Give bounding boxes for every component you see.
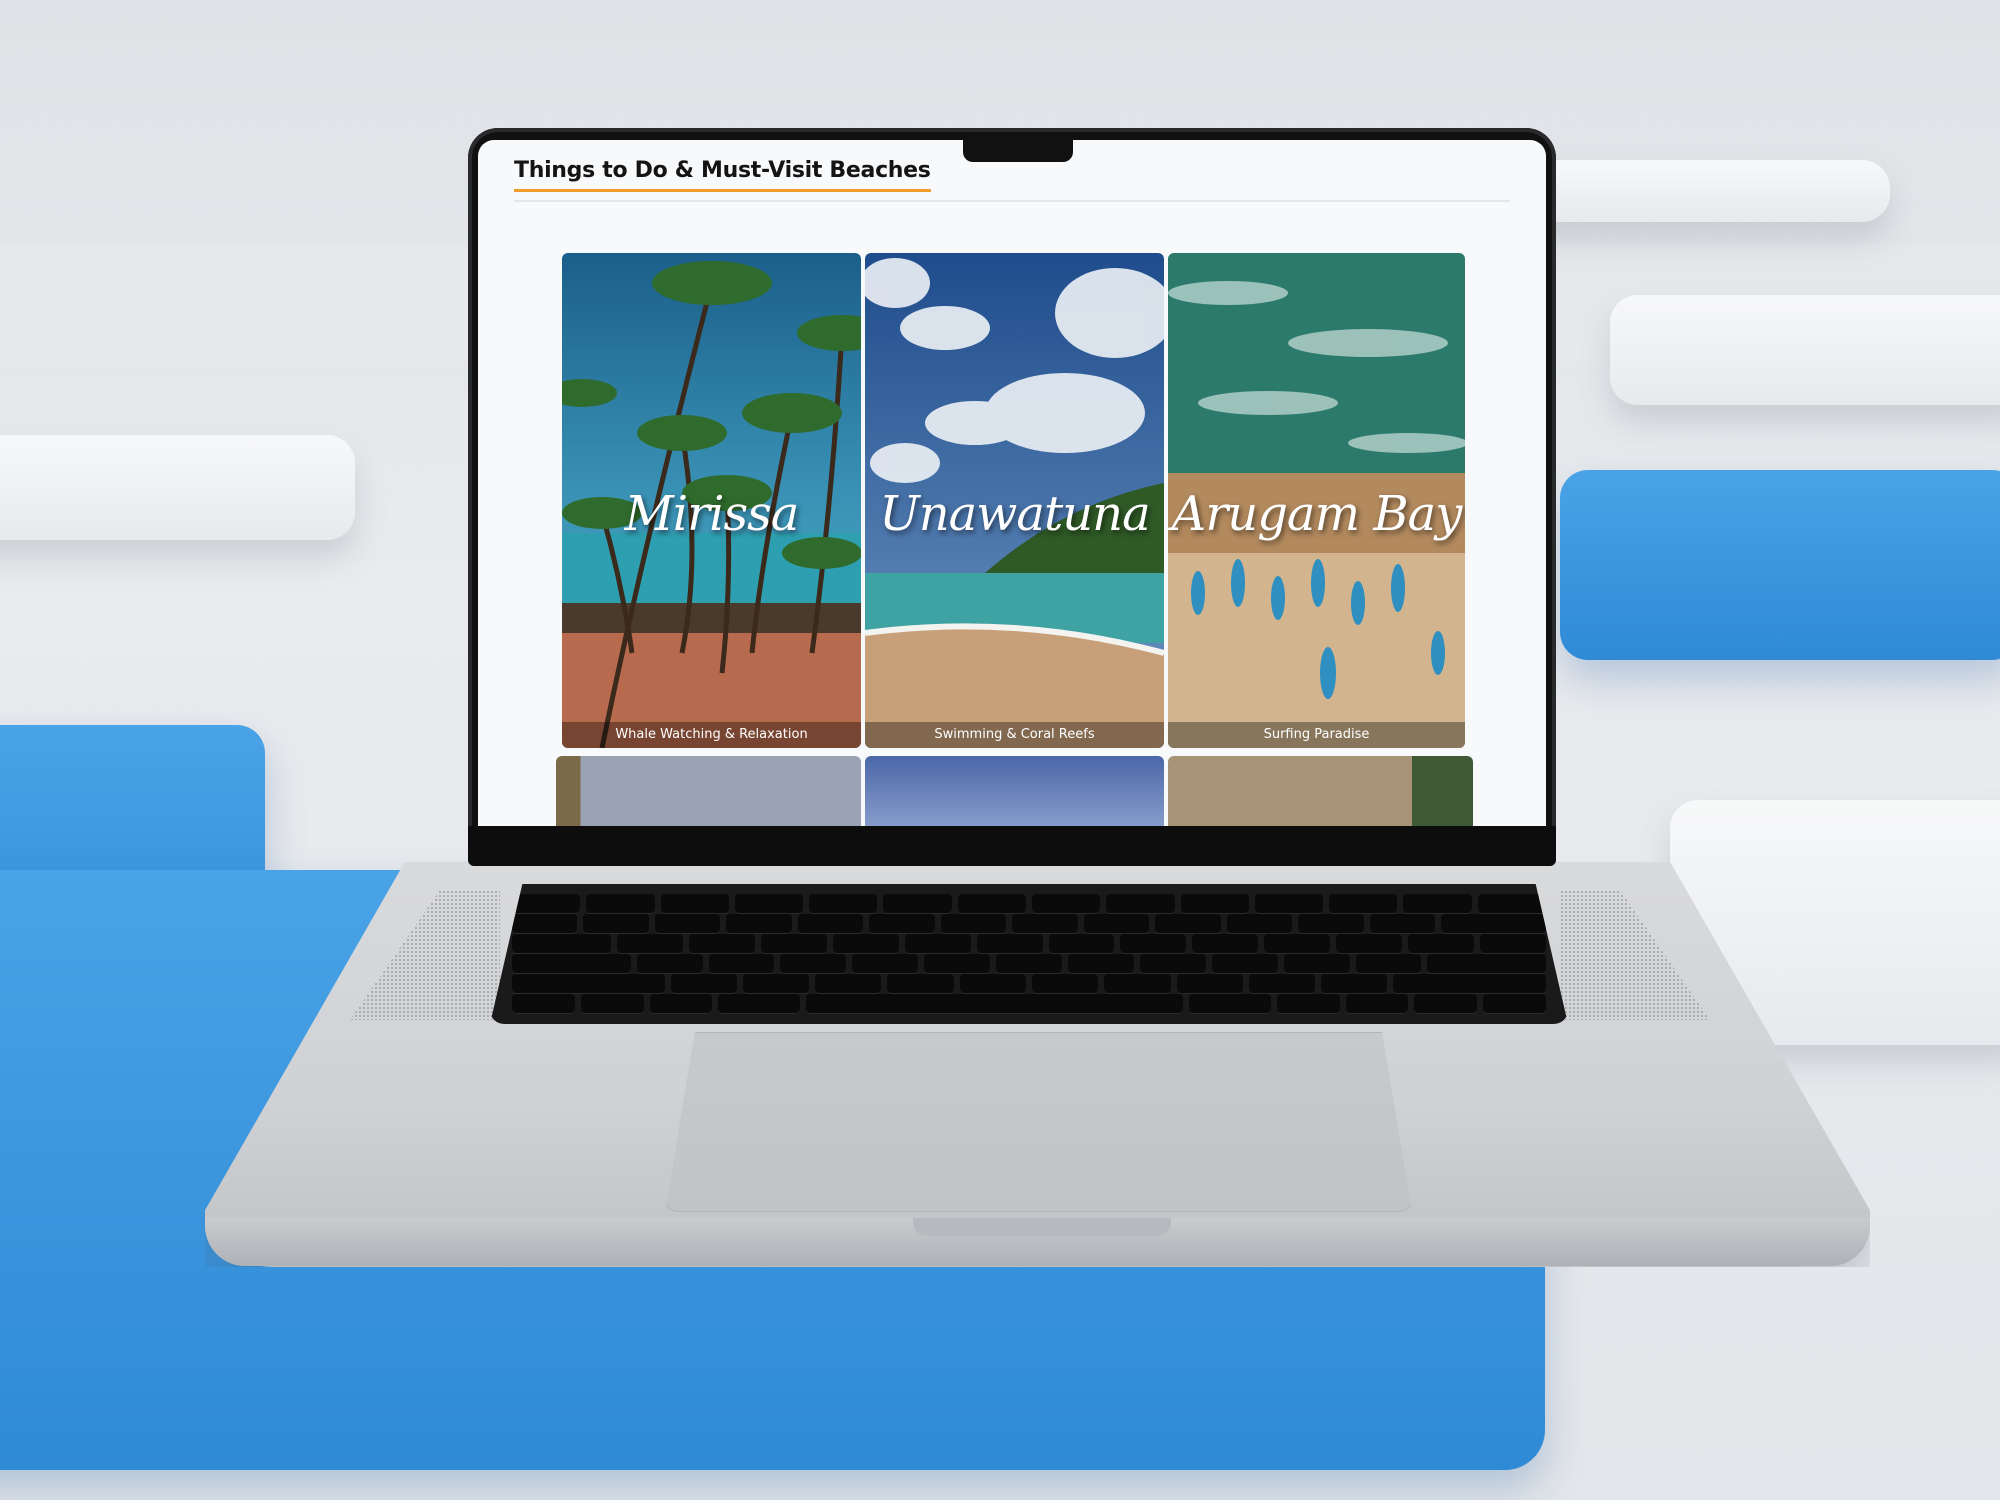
beach-card-unawatuna[interactable]: Unawatuna Swimming & Coral Reefs <box>865 253 1164 748</box>
trackpad[interactable] <box>665 1032 1412 1212</box>
screen-display: Things to Do & Must-Visit Beaches Miriss… <box>478 140 1546 826</box>
beach-card-mirissa[interactable]: Mirissa Whale Watching & Relaxation <box>562 253 861 748</box>
section-header: Things to Do & Must-Visit Beaches <box>514 158 1510 202</box>
keyboard-bottom-row <box>512 994 1547 1014</box>
keyboard-function-row <box>512 894 1546 914</box>
beach-activity: Whale Watching & Relaxation <box>562 722 861 748</box>
background-white-slab <box>0 435 355 540</box>
camera-notch <box>963 138 1073 162</box>
beach-card-partial[interactable] <box>865 756 1164 826</box>
background-white-slab <box>1610 295 2000 405</box>
beach-card-partial[interactable] <box>1168 756 1473 826</box>
keyboard-row <box>512 934 1547 954</box>
beach-activity: Swimming & Coral Reefs <box>865 722 1164 748</box>
keyboard-row <box>512 954 1547 974</box>
keyboard-row <box>512 914 1547 934</box>
beach-card-arugam-bay[interactable]: Arugam Bay Surfing Paradise <box>1168 253 1465 748</box>
keyboard-row <box>512 974 1546 994</box>
beach-name: Arugam Bay <box>1171 485 1463 542</box>
page-title: Things to Do & Must-Visit Beaches <box>514 158 931 192</box>
beach-name: Unawatuna <box>879 485 1150 542</box>
beach-card-partial[interactable] <box>556 756 861 826</box>
screen-chin <box>468 826 1556 866</box>
background-blue-slab <box>1560 470 2000 660</box>
keyboard[interactable] <box>490 884 1568 1024</box>
beach-name: Mirissa <box>624 485 800 542</box>
laptop-lid-notch <box>913 1218 1171 1236</box>
beach-activity: Surfing Paradise <box>1168 722 1465 748</box>
